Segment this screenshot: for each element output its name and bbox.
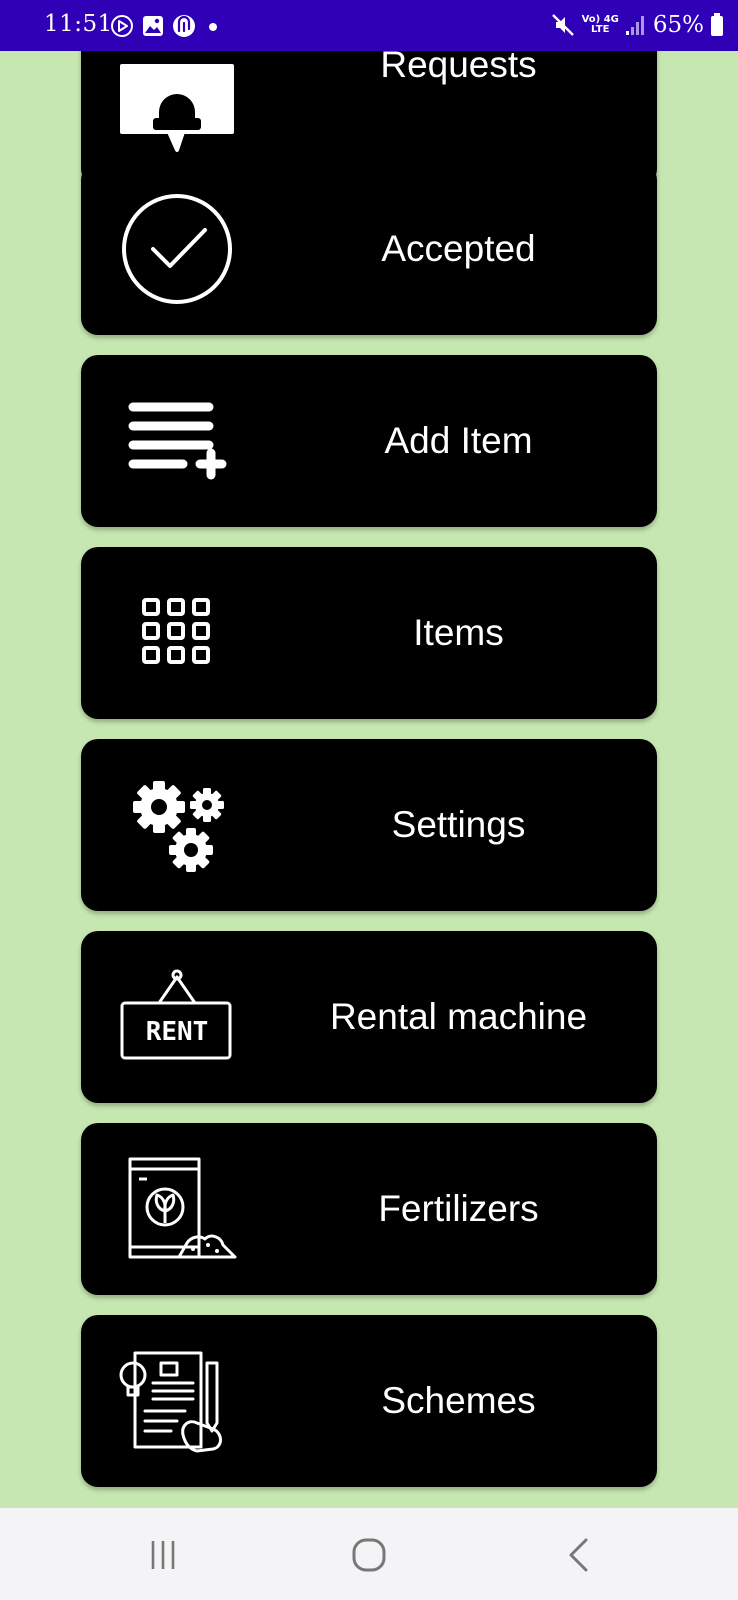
network-bottom-label: LTE (591, 24, 610, 35)
app-notification-icon (173, 15, 195, 37)
menu-label-schemes: Schemes (381, 1380, 536, 1421)
menu-card-rental-machine[interactable]: RENT Rental machine (81, 931, 657, 1103)
add-list-icon (128, 402, 227, 480)
recent-apps-button[interactable] (133, 1530, 193, 1580)
home-icon (352, 1538, 386, 1572)
back-icon (569, 1538, 588, 1572)
rent-sign-text: RENT (146, 1017, 209, 1047)
schemes-document-icon (119, 1351, 222, 1453)
status-notification-icons (110, 13, 223, 39)
menu-card-add-item[interactable]: Add Item (81, 355, 657, 527)
grid-icon (142, 598, 210, 664)
menu-list[interactable]: Requests Accepted Add Item Items Setting… (0, 51, 738, 1508)
menu-label-items: Items (413, 612, 504, 653)
dot-icon (209, 23, 217, 31)
screen-share-icon (111, 15, 133, 37)
fertilizer-bag-icon (128, 1157, 237, 1259)
menu-label-accepted: Accepted (381, 228, 536, 269)
rent-sign-icon: RENT (120, 969, 232, 1060)
recent-apps-icon (151, 1541, 175, 1569)
menu-card-settings[interactable]: Settings (81, 739, 657, 911)
menu-label-rental-machine: Rental machine (329, 996, 588, 1037)
network-type: Vo) 4G LTE (582, 15, 619, 35)
menu-label-settings: Settings (391, 804, 526, 845)
menu-card-accepted[interactable]: Accepted (81, 163, 657, 335)
battery-percent: 65% (652, 12, 704, 38)
menu-label-fertilizers: Fertilizers (378, 1188, 539, 1229)
home-button[interactable] (339, 1530, 399, 1580)
status-time: 11:51 (44, 11, 113, 37)
gears-icon (133, 781, 224, 872)
menu-card-fertilizers[interactable]: Fertilizers (81, 1123, 657, 1295)
signal-icon (625, 16, 644, 35)
status-bar: 11:51 Vo) 4G LTE 65% (0, 0, 738, 51)
menu-label-add-item: Add Item (384, 420, 533, 461)
check-circle-icon (122, 194, 232, 304)
status-system-icons: Vo) 4G LTE 65% (550, 9, 724, 41)
system-nav-bar (0, 1508, 738, 1600)
gallery-icon (143, 16, 163, 36)
requests-icon (120, 64, 234, 152)
mute-icon (551, 14, 574, 36)
battery-icon (711, 13, 723, 36)
menu-card-items[interactable]: Items (81, 547, 657, 719)
back-button[interactable] (548, 1530, 608, 1580)
menu-card-schemes[interactable]: Schemes (81, 1315, 657, 1487)
